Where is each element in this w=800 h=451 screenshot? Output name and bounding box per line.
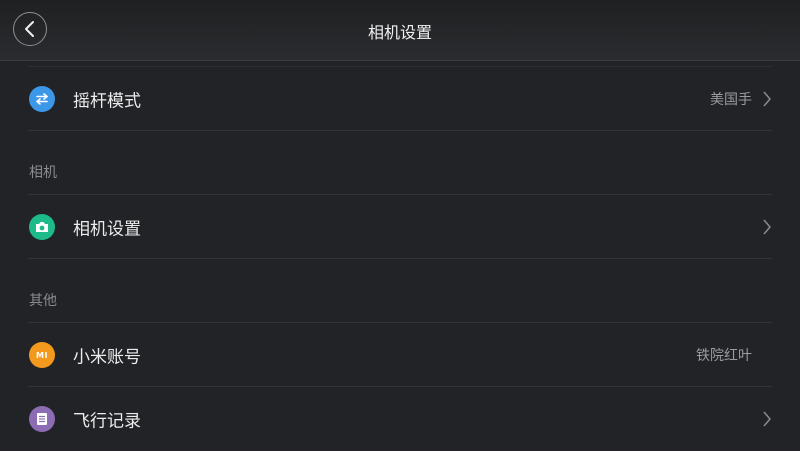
settings-row-camera-settings[interactable]: 相机设置 [0, 195, 800, 259]
mi-logo-text: MI [36, 350, 48, 360]
swap-arrows-icon [29, 86, 55, 112]
page-title: 相机设置 [367, 23, 432, 42]
divider [28, 258, 772, 259]
top-bar: 相机设置 [0, 0, 800, 61]
section-title-other: 其他 [29, 293, 57, 309]
mi-logo-icon: MI [29, 342, 55, 368]
document-icon [29, 406, 55, 432]
row-value: 美国手 [710, 92, 752, 108]
row-label: 飞行记录 [73, 411, 141, 432]
chevron-right-icon [763, 411, 771, 427]
row-label: 摇杆模式 [73, 91, 141, 112]
row-value: 铁院红叶 [696, 348, 752, 364]
row-label: 小米账号 [73, 347, 141, 368]
settings-row-flight-log[interactable]: 飞行记录 [0, 387, 800, 451]
settings-row-joystick-mode[interactable]: 摇杆模式 美国手 [0, 67, 800, 131]
chevron-right-icon [763, 219, 771, 235]
row-label: 相机设置 [73, 219, 141, 240]
section-title-camera: 相机 [29, 165, 57, 181]
chevron-right-icon [763, 91, 771, 107]
camera-icon [29, 214, 55, 240]
settings-row-mi-account[interactable]: MI 小米账号 铁院红叶 [0, 323, 800, 387]
divider [28, 130, 772, 131]
